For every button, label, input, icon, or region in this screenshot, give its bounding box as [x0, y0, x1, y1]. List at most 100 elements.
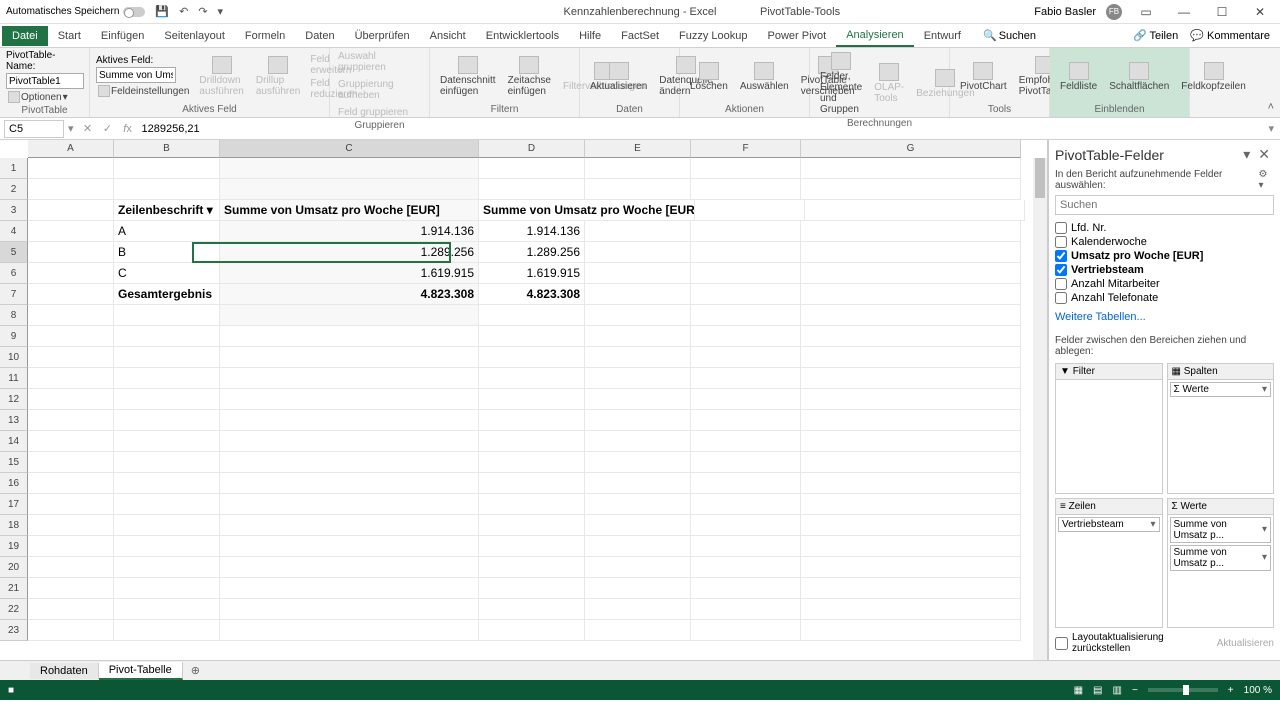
field-headers-button[interactable]: Feldkopfzeilen — [1177, 60, 1249, 94]
cell-d6[interactable]: 1.619.915 — [479, 263, 585, 284]
area-rows[interactable]: ≡ Zeilen Vertriebsteam▾ — [1055, 498, 1163, 629]
row-headers[interactable]: 1234567891011121314151617181920212223 — [0, 158, 28, 641]
cancel-formula-icon[interactable]: ✕ — [78, 122, 98, 135]
sheet-tab-rohdaten[interactable]: Rohdaten — [30, 663, 99, 679]
clear-button[interactable]: Löschen — [686, 60, 732, 94]
tab-view[interactable]: Ansicht — [420, 26, 476, 46]
field-umsatz[interactable]: Umsatz pro Woche [EUR] — [1055, 249, 1274, 263]
cell-b4[interactable]: A — [114, 221, 220, 242]
col-header-d[interactable]: D — [479, 140, 585, 158]
zoom-in-icon[interactable]: + — [1228, 685, 1234, 696]
tab-review[interactable]: Überprüfen — [345, 26, 420, 46]
val-item-2[interactable]: Summe von Umsatz p...▾ — [1170, 545, 1272, 571]
col-header-f[interactable]: F — [691, 140, 801, 158]
spreadsheet-grid[interactable]: A B C D E F G 12345678910111213141516171… — [0, 140, 1048, 660]
close-icon[interactable]: ✕ — [1246, 5, 1274, 19]
tab-formulas[interactable]: Formeln — [235, 26, 295, 46]
collapse-ribbon-icon[interactable]: ˄ — [1268, 101, 1274, 113]
panel-search-input[interactable] — [1055, 195, 1274, 215]
tab-fuzzy[interactable]: Fuzzy Lookup — [669, 26, 757, 46]
pivotchart-button[interactable]: PivotChart — [956, 60, 1011, 94]
val-item-1[interactable]: Summe von Umsatz p...▾ — [1170, 517, 1272, 543]
tab-help[interactable]: Hilfe — [569, 26, 611, 46]
cell-c4[interactable]: 1.914.136 — [220, 221, 479, 242]
insert-slicer-button[interactable]: Datenschnitt einfügen — [436, 54, 500, 99]
cell-d5[interactable]: 1.289.256 — [479, 242, 585, 263]
insert-timeline-button[interactable]: Zeitachse einfügen — [504, 54, 555, 99]
options-button[interactable]: Optionen ▾ — [6, 90, 70, 104]
tab-pagelayout[interactable]: Seitenlayout — [154, 26, 235, 46]
refresh-button[interactable]: Aktualisieren — [586, 60, 651, 94]
field-kalenderwoche[interactable]: Kalenderwoche — [1055, 235, 1274, 249]
undo-icon[interactable]: ↶ — [179, 5, 188, 18]
panel-close-icon[interactable]: ✕ — [1254, 146, 1274, 163]
col-header-c[interactable]: C — [220, 140, 479, 158]
zoom-level[interactable]: 100 % — [1244, 685, 1272, 696]
cell-d7[interactable]: 4.823.308 — [479, 284, 585, 305]
cell-b3[interactable]: Zeilenbeschrift ▾ — [114, 200, 220, 221]
field-settings-button[interactable]: Feldeinstellungen — [96, 84, 191, 98]
cell-c3[interactable]: Summe von Umsatz pro Woche [EUR] — [220, 200, 479, 221]
tab-design[interactable]: Entwurf — [914, 26, 971, 46]
tab-factset[interactable]: FactSet — [611, 26, 669, 46]
add-sheet-icon[interactable]: ⊕ — [183, 664, 208, 677]
save-icon[interactable]: 💾 — [155, 5, 169, 18]
tab-analyze[interactable]: Analysieren — [836, 25, 913, 47]
tab-file[interactable]: Datei — [2, 26, 48, 46]
cell-b5[interactable]: B — [114, 242, 220, 263]
search-label[interactable]: Suchen — [999, 30, 1036, 42]
zoom-slider[interactable] — [1148, 688, 1218, 692]
area-filters[interactable]: ▼ Filter — [1055, 363, 1163, 494]
namebox-dropdown-icon[interactable]: ▾ — [68, 122, 74, 135]
col-header-b[interactable]: B — [114, 140, 220, 158]
col-header-a[interactable]: A — [28, 140, 114, 158]
cell-d4[interactable]: 1.914.136 — [479, 221, 585, 242]
row-item-team[interactable]: Vertriebsteam▾ — [1058, 517, 1160, 532]
view-pagebreak-icon[interactable]: ▥ — [1113, 685, 1122, 696]
formula-input[interactable] — [138, 120, 1263, 138]
user-avatar[interactable]: FB — [1106, 4, 1122, 20]
cell-b6[interactable]: C — [114, 263, 220, 284]
name-box[interactable] — [4, 120, 64, 138]
field-lfdnr[interactable]: Lfd. Nr. — [1055, 221, 1274, 235]
fx-icon[interactable]: fx — [118, 123, 138, 135]
pt-name-input[interactable] — [6, 73, 84, 89]
qat-more-icon[interactable]: ▾ — [218, 5, 224, 18]
record-macro-icon[interactable]: ■ — [8, 685, 14, 696]
cell-d3[interactable]: Summe von Umsatz pro Woche [EUR]2 — [479, 200, 695, 221]
tab-developer[interactable]: Entwicklertools — [476, 26, 569, 46]
tab-insert[interactable]: Einfügen — [91, 26, 154, 46]
area-values[interactable]: Σ Werte Summe von Umsatz p...▾ Summe von… — [1167, 498, 1275, 629]
toggle-icon[interactable] — [123, 7, 145, 17]
ribbon-display-icon[interactable]: ▭ — [1132, 5, 1160, 19]
field-telefonate[interactable]: Anzahl Telefonate — [1055, 291, 1274, 305]
minimize-icon[interactable]: — — [1170, 5, 1198, 19]
view-pagelayout-icon[interactable]: ▤ — [1093, 685, 1102, 696]
cell-c7[interactable]: 4.823.308 — [220, 284, 479, 305]
field-mitarbeiter[interactable]: Anzahl Mitarbeiter — [1055, 277, 1274, 291]
tab-powerpivot[interactable]: Power Pivot — [758, 26, 837, 46]
vertical-scrollbar[interactable] — [1033, 158, 1047, 660]
view-normal-icon[interactable]: ▦ — [1074, 685, 1083, 696]
field-vertriebsteam[interactable]: Vertriebsteam — [1055, 263, 1274, 277]
select-button[interactable]: Auswählen — [736, 60, 793, 94]
panel-gear-icon[interactable]: ⚙ ▾ — [1259, 169, 1274, 191]
cell-b7[interactable]: Gesamtergebnis — [114, 284, 220, 305]
cell-c6[interactable]: 1.619.915 — [220, 263, 479, 284]
redo-icon[interactable]: ↷ — [198, 5, 207, 18]
calc-fields-button[interactable]: Felder, Elemente und Gruppen — [816, 50, 866, 117]
col-header-g[interactable]: G — [801, 140, 1021, 158]
tab-start[interactable]: Start — [48, 26, 91, 46]
more-tables-link[interactable]: Weitere Tabellen... — [1055, 311, 1274, 323]
zoom-out-icon[interactable]: − — [1132, 685, 1138, 696]
search-icon[interactable]: 🔍 — [983, 29, 997, 42]
buttons-toggle-button[interactable]: Schaltflächen — [1105, 60, 1173, 94]
comments-button[interactable]: 💬 Kommentare — [1190, 29, 1270, 42]
tab-data[interactable]: Daten — [295, 26, 344, 46]
defer-layout-checkbox[interactable] — [1055, 637, 1068, 650]
accept-formula-icon[interactable]: ✓ — [98, 122, 118, 135]
col-item-werte[interactable]: Σ Werte▾ — [1170, 382, 1272, 397]
autosave-toggle[interactable]: Automatisches Speichern — [6, 6, 145, 17]
share-button[interactable]: 🔗 Teilen — [1133, 29, 1178, 42]
active-field-input[interactable] — [96, 67, 176, 83]
